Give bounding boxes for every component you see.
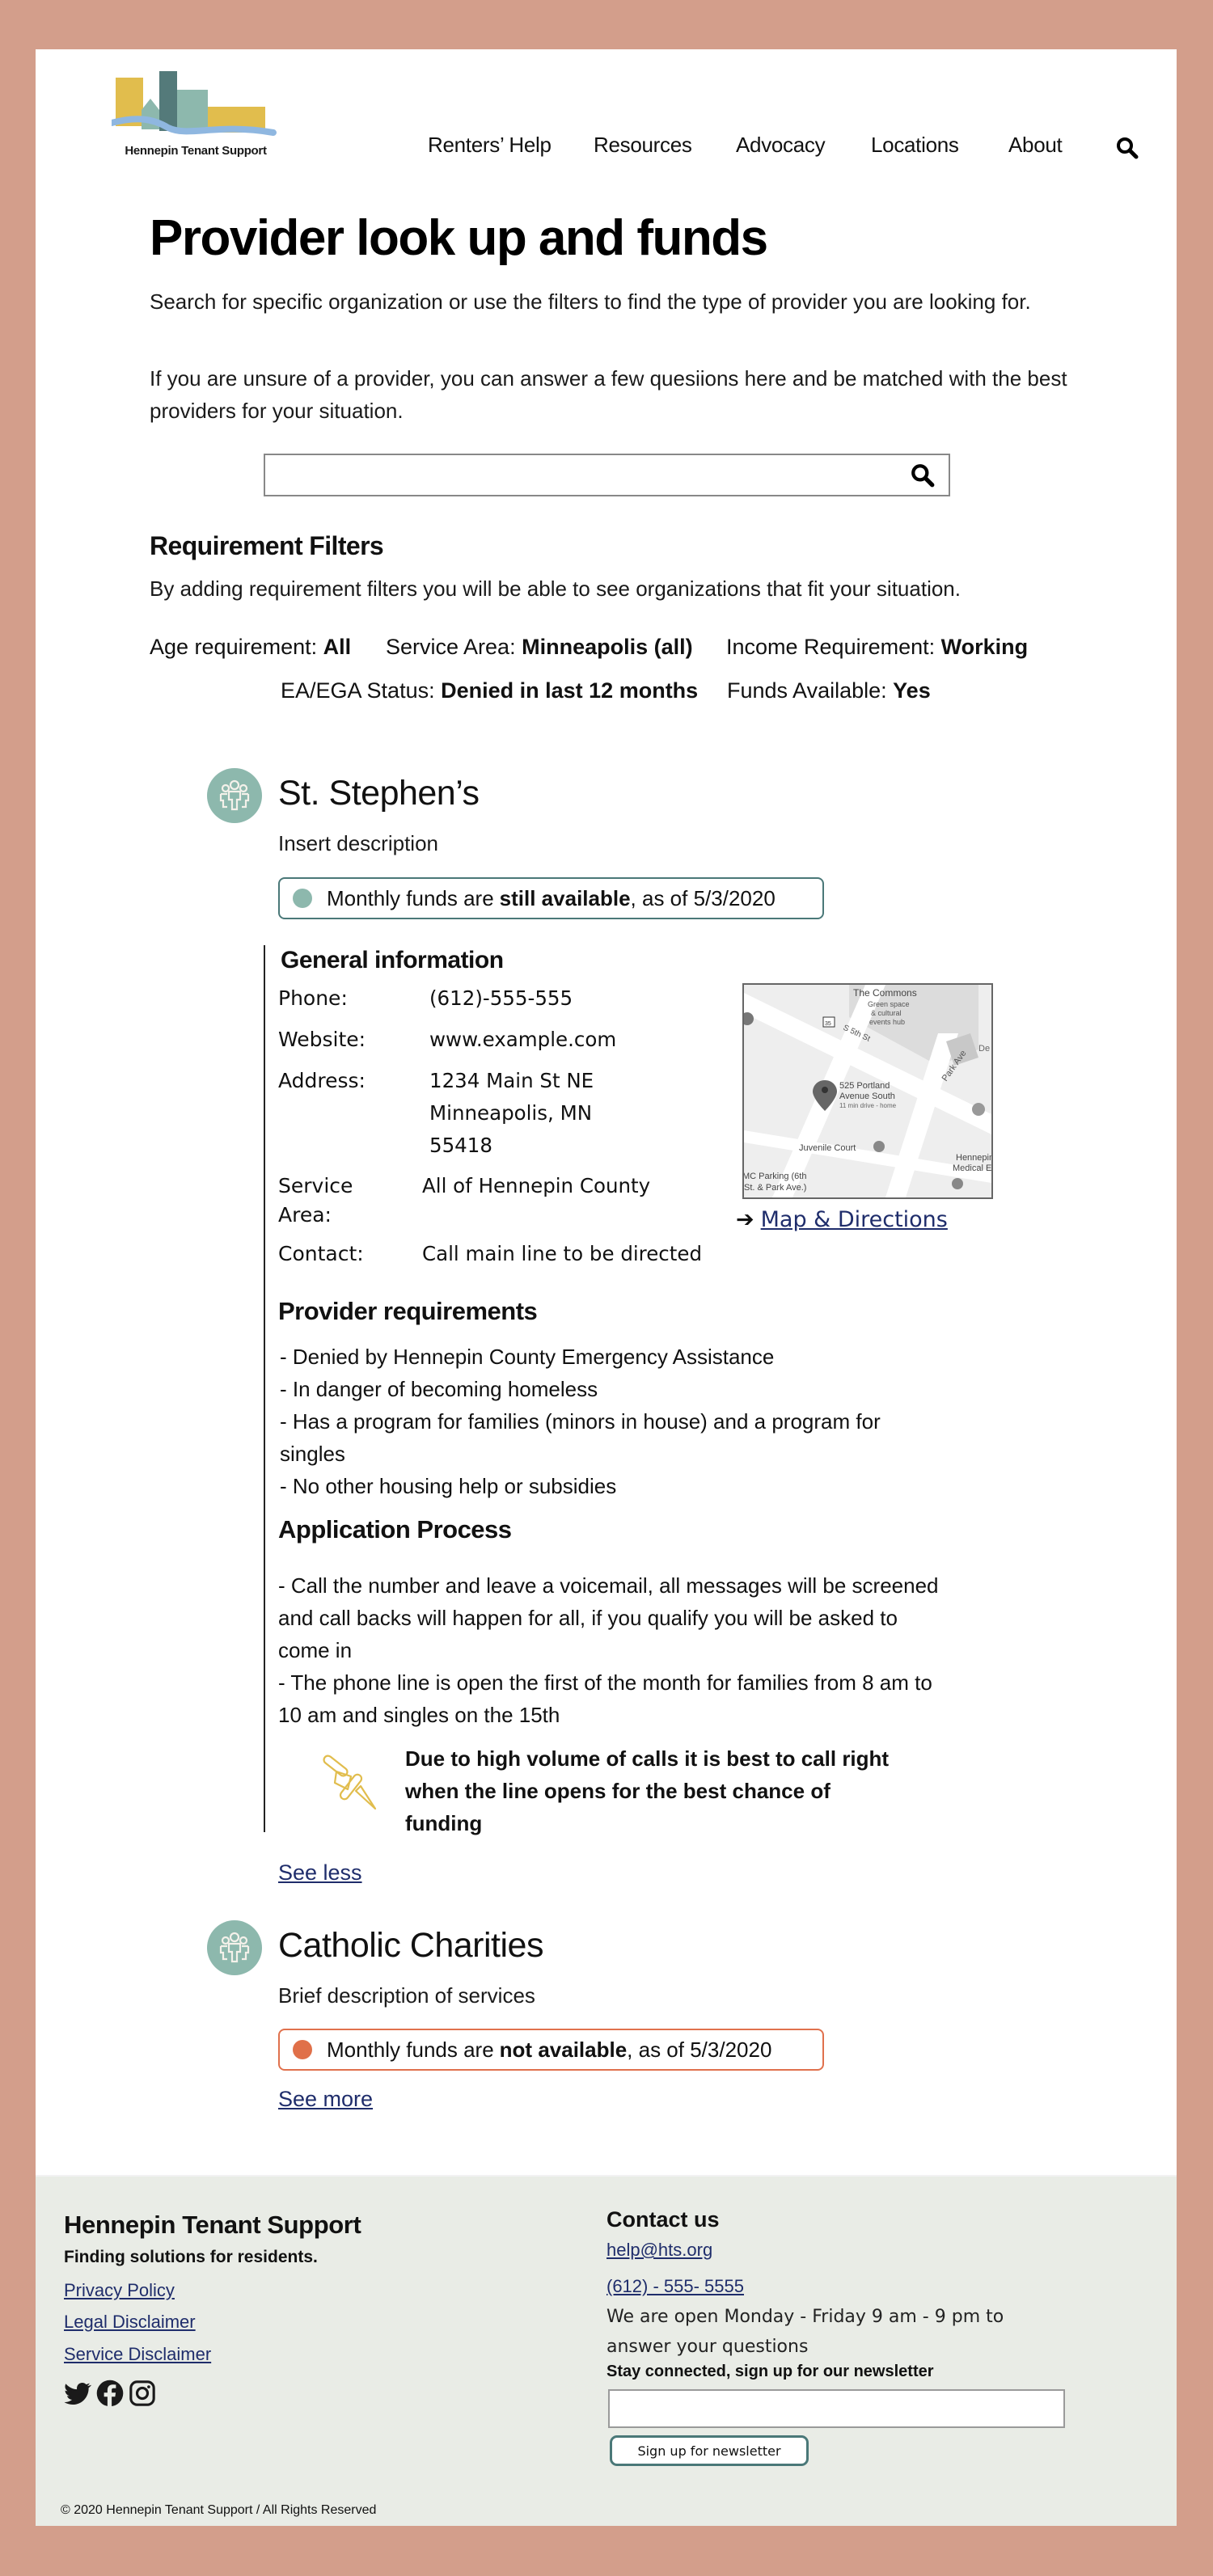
requirement-item: - Denied by Hennepin County Emergency As…	[280, 1345, 775, 1369]
provider-requirements-heading: Provider requirements	[278, 1297, 538, 1325]
service-area-label-1: Service	[278, 1174, 353, 1197]
facebook-icon[interactable]	[96, 2379, 124, 2408]
search-icon[interactable]	[910, 462, 936, 488]
requirement-item: - No other housing help or subsidies	[280, 1474, 617, 1498]
nav-about[interactable]: About	[1008, 133, 1063, 158]
filter-funds-available[interactable]: Funds Available: Yes	[727, 678, 931, 703]
address-label: Address:	[278, 1069, 366, 1092]
application-step: - The phone line is open the first of th…	[278, 1670, 932, 1727]
arrow-right-icon: ➔	[736, 1207, 754, 1232]
map-label: 11 min drive - home	[839, 1102, 897, 1109]
people-group-icon	[219, 779, 250, 811]
website-value[interactable]: www.example.com	[429, 1024, 616, 1056]
funds-status-badge: Monthly funds are still available , as o…	[278, 877, 824, 919]
see-less-link[interactable]: See less	[278, 1860, 362, 1886]
filter-income[interactable]: Income Requirement: Working	[726, 635, 1028, 660]
provider-description: Insert description	[278, 831, 438, 855]
instagram-icon[interactable]	[129, 2379, 156, 2408]
nav-locations[interactable]: Locations	[871, 133, 959, 158]
tip-callout: Due to high volume of calls it is best t…	[405, 1746, 890, 1835]
service-disclaimer-link[interactable]: Service Disclaimer	[64, 2344, 211, 2365]
map-label-road-shield: 35	[825, 1021, 831, 1027]
intro-text: Search for specific organization or use …	[150, 289, 1031, 314]
page-container: Hennepin Tenant Support Renters’ Help Re…	[36, 49, 1177, 2526]
map-label: Medical E	[953, 1163, 991, 1173]
people-group-icon	[219, 1932, 250, 1963]
contact-label: Contact:	[278, 1242, 364, 1265]
contact-phone-link[interactable]: (612) - 555- 5555	[606, 2276, 744, 2297]
map-label: 525 Portland	[839, 1081, 890, 1091]
address-line-1: 1234 Main St NE	[429, 1069, 594, 1092]
privacy-policy-link[interactable]: Privacy Policy	[64, 2280, 175, 2301]
provider-icon	[207, 768, 262, 823]
page-title: Provider look up and funds	[150, 210, 768, 266]
funds-available-indicator	[293, 889, 312, 908]
map-label: Hennepin	[956, 1153, 991, 1163]
map-label: & cultural	[871, 1009, 902, 1017]
filters-row-2: EA/EGA Status: Denied in last 12 months …	[281, 678, 1089, 711]
see-more-link[interactable]: See more	[278, 2087, 373, 2112]
provider-search-input[interactable]	[265, 455, 896, 495]
phone-value[interactable]: (612)-555-555	[429, 982, 573, 1015]
requirement-item: - Has a program for families (minors in …	[280, 1409, 881, 1466]
address-line-3: 55418	[429, 1134, 492, 1157]
service-area-value: All of Hennepin County	[422, 1174, 651, 1197]
general-info-heading: General information	[281, 947, 504, 973]
service-area-label-2: Area:	[278, 1203, 332, 1227]
site-footer: Hennepin Tenant Support Finding solution…	[36, 2175, 1177, 2526]
funds-status-badge: Monthly funds are not available , as of …	[278, 2029, 824, 2071]
map-label: Juvenile Court	[799, 1143, 856, 1153]
map-label: St. & Park Ave.)	[744, 1183, 806, 1193]
map-label: events hub	[869, 1018, 905, 1026]
requirement-item: - In danger of becoming homeless	[280, 1377, 598, 1401]
provider-icon	[207, 1920, 262, 1975]
intro-matching-text: If you are unsure of a provider, you can…	[150, 366, 1067, 423]
phone-label: Phone:	[278, 986, 348, 1010]
provider-name: St. Stephen’s	[278, 774, 480, 813]
contact-us-heading: Contact us	[606, 2207, 720, 2232]
address-line-2: Minneapolis, MN	[429, 1101, 593, 1125]
twitter-icon[interactable]	[64, 2379, 91, 2408]
office-hours-text: We are open Monday - Friday 9 am - 9 pm …	[606, 2307, 1004, 2357]
main-nav: Renters’ Help Resources Advocacy Locatio…	[36, 133, 1177, 160]
provider-description: Brief description of services	[278, 1983, 535, 2008]
filters-row-1: Age requirement: All Service Area: Minne…	[150, 635, 1120, 667]
filter-age[interactable]: Age requirement: All	[150, 635, 351, 660]
filter-ea-ega-status[interactable]: EA/EGA Status: Denied in last 12 months	[281, 678, 698, 703]
contact-value: Call main line to be directed	[422, 1242, 702, 1265]
map-label: Green space	[868, 1000, 910, 1008]
pushpin-icon	[323, 1755, 377, 1810]
map-directions-link[interactable]: ➔ Map & Directions	[736, 1207, 948, 1232]
location-map[interactable]: 35 The Commons Green space & cultural ev…	[742, 983, 993, 1199]
map-label: De	[978, 1044, 990, 1054]
nav-advocacy[interactable]: Advocacy	[736, 133, 826, 158]
skyline-logo-icon	[108, 71, 277, 136]
application-step: - Call the number and leave a voicemail,…	[278, 1573, 939, 1662]
nav-renters-help[interactable]: Renters’ Help	[428, 133, 552, 158]
map-label: Avenue South	[839, 1092, 895, 1101]
website-label: Website:	[278, 1028, 366, 1051]
funds-unavailable-indicator	[293, 2040, 312, 2059]
provider-name: Catholic Charities	[278, 1926, 543, 1965]
legal-disclaimer-link[interactable]: Legal Disclaimer	[64, 2312, 196, 2333]
footer-tagline: Finding solutions for residents.	[64, 2248, 318, 2266]
map-graphic: 35 The Commons Green space & cultural ev…	[744, 985, 991, 1197]
newsletter-signup-button[interactable]: Sign up for newsletter	[610, 2435, 809, 2466]
filters-description: By adding requirement filters you will b…	[150, 576, 961, 601]
requirement-filters-heading: Requirement Filters	[150, 531, 384, 560]
filter-service-area[interactable]: Service Area: Minneapolis (all)	[386, 635, 693, 660]
newsletter-email-input[interactable]	[608, 2389, 1065, 2428]
details-divider	[264, 945, 265, 1832]
map-label: The Commons	[853, 987, 917, 999]
newsletter-label: Stay connected, sign up for our newslett…	[606, 2363, 934, 2380]
contact-email-link[interactable]: help@hts.org	[606, 2240, 712, 2261]
footer-brand-title: Hennepin Tenant Support	[64, 2211, 361, 2239]
copyright-text: © 2020 Hennepin Tenant Support / All Rig…	[61, 2503, 377, 2517]
provider-search-box	[264, 454, 950, 496]
search-icon[interactable]	[1115, 136, 1139, 160]
application-process-heading: Application Process	[278, 1515, 512, 1543]
map-label: MC Parking (6th	[744, 1172, 806, 1181]
nav-resources[interactable]: Resources	[594, 133, 692, 158]
